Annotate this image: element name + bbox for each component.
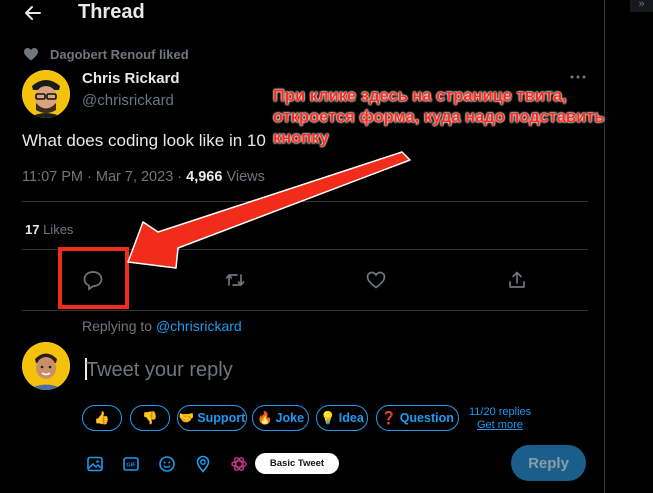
svg-text:GIF: GIF <box>126 463 136 469</box>
annotation-highlight-box <box>58 247 129 309</box>
author-handle[interactable]: @chrisrickard <box>82 92 174 109</box>
more-options-icon[interactable] <box>569 72 587 82</box>
heart-icon <box>24 48 38 61</box>
views-count: 4,966 <box>186 169 223 185</box>
retweet-icon[interactable] <box>224 269 246 291</box>
support-label: Support <box>197 411 246 425</box>
annotation-text: При клике здесь на странице твита, откро… <box>273 87 605 147</box>
replies-count: 11/20 replies <box>469 406 532 418</box>
media-icon[interactable] <box>86 455 104 473</box>
idea-chip[interactable]: 💡 Idea <box>316 405 368 431</box>
replying-to: Replying to @chrisrickard <box>82 318 242 334</box>
handshake-icon: 🤝 <box>178 410 195 425</box>
basic-tweet-toggle[interactable]: Basic Tweet <box>255 453 339 474</box>
reply-input[interactable] <box>86 356 506 384</box>
replying-prefix: Replying to <box>82 318 156 334</box>
question-label: Question <box>399 411 454 425</box>
author-name[interactable]: Chris Rickard <box>82 70 180 87</box>
support-chip[interactable]: 🤝 Support <box>177 405 247 431</box>
liked-by-text: Dagobert Renouf liked <box>50 47 189 62</box>
likes-label: Likes <box>39 222 74 237</box>
share-icon[interactable] <box>506 269 528 291</box>
user-avatar[interactable] <box>22 342 70 390</box>
column-divider <box>604 0 605 493</box>
thumbs-down-chip[interactable]: 👎 <box>130 405 170 431</box>
gif-icon[interactable]: GIF <box>122 455 140 473</box>
divider <box>22 201 588 202</box>
likes-summary[interactable]: 17 Likes <box>25 222 73 237</box>
page-title: Thread <box>78 1 145 23</box>
fire-icon: 🔥 <box>256 410 273 425</box>
question-icon: ❓ <box>381 410 397 425</box>
author-avatar[interactable] <box>22 70 70 118</box>
location-icon[interactable] <box>194 455 212 473</box>
lightbulb-icon: 💡 <box>320 410 336 425</box>
tweet-timestamp[interactable]: 11:07 PM · Mar 7, 2023 · <box>22 169 186 185</box>
joke-chip[interactable]: 🔥 Joke <box>252 405 309 431</box>
arrow-left-icon <box>25 6 41 20</box>
like-icon[interactable] <box>365 269 387 291</box>
question-chip[interactable]: ❓ Question <box>376 405 459 431</box>
reply-button[interactable]: Reply <box>511 445 586 481</box>
divider <box>22 310 588 311</box>
tweet-text: What does coding look like in 10 <box>22 131 266 150</box>
back-button[interactable] <box>22 2 44 24</box>
idea-label: Idea <box>338 411 364 425</box>
corner-expand-button[interactable]: » <box>630 0 653 12</box>
likes-count: 17 <box>25 222 40 237</box>
thumbs-down-icon: 👎 <box>142 410 158 425</box>
tweet-metadata: 11:07 PM · Mar 7, 2023 · 4,966 Views <box>22 169 265 185</box>
thumbs-up-icon: 👍 <box>94 410 110 425</box>
thumbs-up-chip[interactable]: 👍 <box>82 405 122 431</box>
get-more-link[interactable]: Get more <box>477 419 523 431</box>
views-label: Views <box>222 169 265 185</box>
emoji-icon[interactable] <box>158 455 176 473</box>
openai-icon[interactable] <box>230 455 248 473</box>
replying-handle[interactable]: @chrisrickard <box>156 318 242 334</box>
joke-label: Joke <box>275 411 305 425</box>
